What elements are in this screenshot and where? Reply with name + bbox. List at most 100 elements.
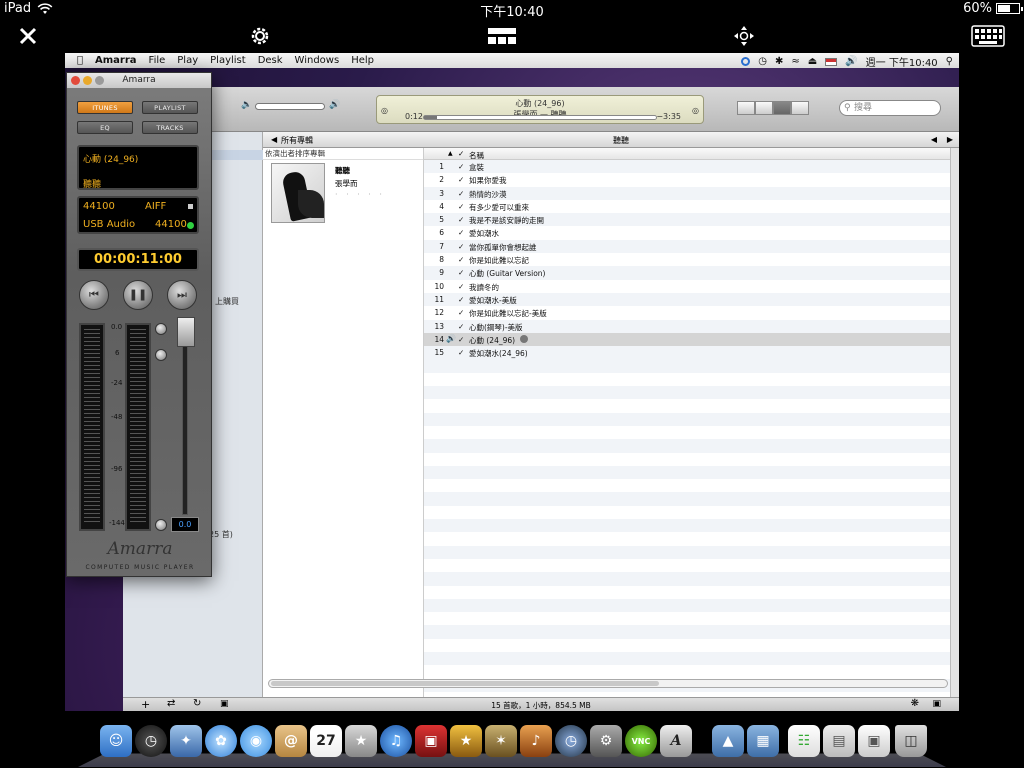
track-checkbox[interactable]: ✓ <box>458 255 464 264</box>
track-row[interactable]: 13 ✓ 心動(鋼琴)-美版 <box>424 319 950 333</box>
playlist-mode-button[interactable]: PLAYLIST <box>142 101 198 114</box>
album-pane-header[interactable]: 依演出者排序專輯 <box>263 148 423 160</box>
mail-stamp-icon[interactable]: ✦ <box>170 725 202 757</box>
knob-middle[interactable] <box>155 349 167 361</box>
previous-track-button[interactable]: ⏮ <box>79 280 109 310</box>
garageband-icon[interactable]: ♪ <box>520 725 552 757</box>
sort-indicator-icon[interactable]: ▲ <box>448 150 453 157</box>
menubar-clock[interactable]: 週一 下午10:40 <box>866 54 938 69</box>
menu-file[interactable]: File <box>149 55 166 66</box>
window-stack-icon[interactable]: ▤ <box>823 725 855 757</box>
track-row[interactable]: 8 ✓ 你是如此難以忘記 <box>424 253 950 266</box>
track-row[interactable]: 4 ✓ 有多少愛可以重來 <box>424 200 950 213</box>
track-checkbox[interactable]: ✓ <box>458 189 464 198</box>
browser-all-albums[interactable]: 所有專輯 <box>281 135 313 146</box>
lcd-right-icon[interactable]: ◎ <box>692 106 699 115</box>
track-checkbox[interactable]: ✓ <box>458 162 464 171</box>
photo-booth-icon[interactable]: ▣ <box>415 725 447 757</box>
track-row[interactable]: 5 ✓ 我是不是該安靜的走開 <box>424 213 950 227</box>
track-checkbox[interactable]: ✓ <box>458 295 464 304</box>
track-checkbox[interactable]: ✓ <box>458 322 464 331</box>
eq-button[interactable]: EQ <box>77 121 133 134</box>
track-row[interactable]: 15 ✓ 愛如潮水(24_96) <box>424 346 950 360</box>
finder-icon[interactable]: ☺ <box>100 725 132 757</box>
itunes-mode-button[interactable]: ITUNES <box>77 101 133 114</box>
lcd-left-icon[interactable]: ◎ <box>381 106 388 115</box>
browser-prev-icon[interactable]: ◀ <box>931 135 937 144</box>
itunes-icon[interactable]: ♫ <box>380 725 412 757</box>
amarra-titlebar[interactable]: Amarra <box>67 73 211 88</box>
track-row[interactable]: 14 🔊 ✓ 心動 (24_96) <box>424 332 950 347</box>
safari-icon[interactable]: ✿ <box>205 725 237 757</box>
keyboard-icon[interactable] <box>970 24 1006 48</box>
menu-help[interactable]: Help <box>351 55 374 66</box>
view-coverflow-button[interactable] <box>791 101 809 115</box>
volume-menu-icon[interactable]: 🔊 <box>845 56 857 67</box>
track-row[interactable]: 2 ✓ 如果你愛我 <box>424 173 950 186</box>
track-checkbox[interactable]: ✓ <box>458 202 464 211</box>
visualizer-icon[interactable]: ❋ <box>911 698 919 709</box>
move-pan-icon[interactable] <box>732 24 756 48</box>
wifi-menu-icon[interactable]: ≈ <box>791 56 799 67</box>
track-checkbox[interactable]: ✓ <box>458 335 464 344</box>
track-checkbox[interactable]: ✓ <box>458 268 464 277</box>
track-checkbox[interactable]: ✓ <box>458 175 464 184</box>
tracks-button[interactable]: TRACKS <box>142 121 198 134</box>
search-input[interactable]: ⚲ 搜尋 <box>839 100 941 116</box>
menu-play[interactable]: Play <box>177 55 198 66</box>
track-row[interactable]: 3 ✓ 熱情的沙漠 <box>424 186 950 200</box>
album-artwork[interactable] <box>271 163 325 223</box>
system-preferences-icon[interactable]: ⚙ <box>590 725 622 757</box>
track-checkbox[interactable]: ✓ <box>458 228 464 237</box>
track-list-scrollbar[interactable] <box>950 148 959 697</box>
track-checkbox[interactable]: ✓ <box>458 348 464 357</box>
documents-folder-icon[interactable]: ▦ <box>747 725 779 757</box>
track-checkbox[interactable]: ✓ <box>458 215 464 224</box>
view-grid-button[interactable] <box>773 101 791 115</box>
song-progress-bar[interactable] <box>423 115 657 120</box>
track-row[interactable]: 7 ✓ 當你孤單你會想起誰 <box>424 239 950 254</box>
spotlight-icon[interactable]: ⚲ <box>946 56 953 67</box>
track-row[interactable]: 11 ✓ 愛如潮水-美版 <box>424 292 950 307</box>
view-list-button[interactable] <box>737 101 755 115</box>
ical-icon[interactable]: 27 <box>310 725 342 757</box>
menu-playlist[interactable]: Playlist <box>210 55 246 66</box>
minimize-window-button[interactable] <box>83 76 92 85</box>
go-arrow-icon[interactable] <box>520 334 528 343</box>
input-flag-icon[interactable] <box>825 57 838 66</box>
apple-icon[interactable]:  <box>77 55 83 66</box>
track-checkbox[interactable]: ✓ <box>458 308 464 317</box>
sidebar-fragment-purchased[interactable]: 上購買 <box>215 296 239 307</box>
track-row[interactable]: 1 ✓ 盒裝 <box>424 160 950 174</box>
track-row[interactable]: 6 ✓ 愛如潮水 <box>424 226 950 239</box>
miniplayer-icon[interactable]: ▣ <box>932 699 941 709</box>
document-stack-icon[interactable]: ☷ <box>788 725 820 757</box>
knob-upper[interactable] <box>155 323 167 335</box>
close-window-button[interactable] <box>71 76 80 85</box>
iphoto-icon[interactable]: ★ <box>450 725 482 757</box>
menu-app-name[interactable]: Amarra <box>95 55 137 66</box>
track-checkbox[interactable]: ✓ <box>458 242 464 251</box>
time-machine-icon[interactable]: ◷ <box>758 56 767 67</box>
pause-button[interactable]: ❚❚ <box>123 280 153 310</box>
browser-next-icon[interactable]: ▶ <box>947 135 953 144</box>
applications-folder-icon[interactable]: ▲ <box>712 725 744 757</box>
time-machine-dock-icon[interactable]: ◷ <box>555 725 587 757</box>
album-rating[interactable]: · · · · · <box>335 190 385 199</box>
knob-lower[interactable] <box>155 519 167 531</box>
volume-fader-handle[interactable] <box>177 317 195 347</box>
close-icon[interactable] <box>16 24 40 48</box>
track-row[interactable]: 10 ✓ 我讀冬的 <box>424 280 950 293</box>
dashboard-icon[interactable]: ◷ <box>135 725 167 757</box>
vnc-server-icon[interactable]: VNC <box>625 725 657 757</box>
screen-layout-icon[interactable] <box>486 24 518 48</box>
screenshot-stack-icon[interactable]: ▣ <box>858 725 890 757</box>
eject-icon[interactable]: ⏏ <box>808 56 817 67</box>
volume-slider[interactable] <box>255 103 325 110</box>
preview-icon[interactable]: ★ <box>345 725 377 757</box>
track-row[interactable]: 9 ✓ 心動 (Guitar Version) <box>424 266 950 280</box>
view-grouped-button[interactable] <box>755 101 773 115</box>
volume-fader-track[interactable] <box>182 319 188 515</box>
trash-icon[interactable]: ◫ <box>895 725 927 757</box>
menu-desk[interactable]: Desk <box>258 55 283 66</box>
